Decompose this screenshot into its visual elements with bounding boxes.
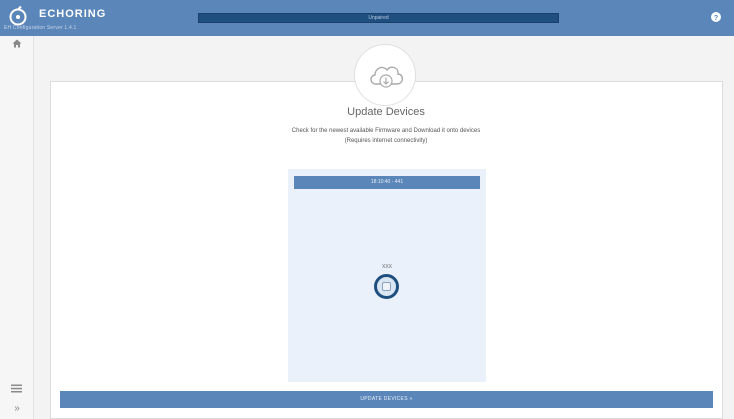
svg-text:?: ?: [714, 15, 718, 22]
device-panel: 18:10:40 - 441 XXX: [288, 169, 486, 382]
pairing-status-bar: Unpaired: [198, 13, 559, 23]
update-devices-button[interactable]: UPDATE DEVICES »: [60, 391, 713, 408]
sidebar: »: [0, 36, 34, 419]
device-label: XXX: [381, 264, 392, 270]
device-node[interactable]: [374, 274, 399, 299]
brand-name: ECHORING: [39, 8, 107, 20]
cloud-circle: [354, 44, 416, 106]
menu-icon[interactable]: [11, 384, 22, 393]
help-icon[interactable]: ?: [711, 12, 721, 22]
expand-icon[interactable]: »: [11, 403, 23, 415]
app-header: ECHORING EH Configuration Server 1.4.1 U…: [0, 0, 734, 36]
device-panel-header: 18:10:40 - 441: [294, 176, 480, 189]
home-icon[interactable]: [12, 39, 22, 48]
description-line-1: Check for the newest available Firmware …: [291, 128, 481, 134]
page-title: Update Devices: [347, 106, 425, 118]
device-icon: [382, 282, 391, 291]
brand-subtitle: EH Configuration Server 1.4.1: [4, 25, 77, 31]
echoring-logo-icon[interactable]: [7, 5, 29, 27]
description-line-2: (Requires internet connectivity): [344, 138, 428, 144]
cloud-download-icon: [370, 66, 404, 88]
